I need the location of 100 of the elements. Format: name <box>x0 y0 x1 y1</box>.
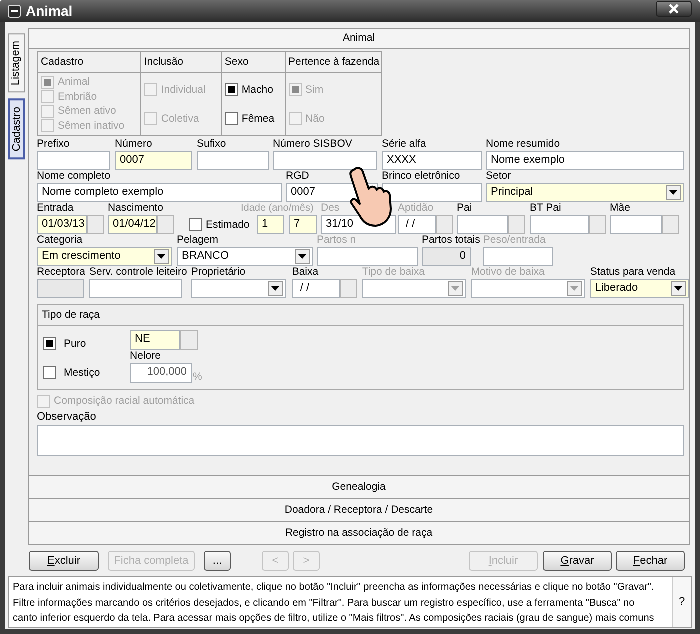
close-button[interactable] <box>656 1 692 17</box>
picker-button[interactable] <box>180 330 198 350</box>
checkbox[interactable] <box>43 337 56 350</box>
text-field[interactable]: 0007 <box>115 151 192 170</box>
field-label: Número <box>115 138 154 151</box>
dropdown-arrow-icon <box>570 286 580 291</box>
field-label: Pai <box>457 202 474 215</box>
text-field[interactable] <box>89 279 182 298</box>
window-menu-icon[interactable] <box>8 4 21 18</box>
date-field[interactable]: 01/03/13 <box>37 215 87 234</box>
help-button[interactable]: ? <box>672 577 691 627</box>
field-label: Número SISBOV <box>273 138 354 151</box>
date-field[interactable] <box>457 215 508 234</box>
section-header[interactable]: Doadora / Receptora / Descarte <box>29 498 689 521</box>
field-label: Baixa <box>292 266 320 279</box>
checkbox[interactable] <box>224 112 238 125</box>
unit-label: % <box>193 371 202 383</box>
date-field[interactable]: / / <box>292 279 340 298</box>
text-field[interactable] <box>37 151 110 170</box>
window-title: Animal <box>26 3 73 19</box>
side-tab[interactable]: Listagem <box>8 34 25 93</box>
text-field[interactable] <box>197 151 269 170</box>
field-label: Nascimento <box>108 202 164 215</box>
date-field[interactable] <box>610 215 662 234</box>
help-text: Para incluir animais individualmente ou coletivamente, clique no botão "Incluir" preencha as informações necessárias e clique no botão "Gravar". Filtre informações marcando os critérios desejados, e clicando em "Filtrar". Para buscar um registro específico, use a ferramenta "Busca" no canto inferior esquerdo da tela. Para acessar mais opções de filtro, utilize o "Mais filtros". As composições raciais (grau de sangue) mais comuns <box>12 581 656 626</box>
breed-name: Nelore <box>130 350 162 363</box>
picker-button[interactable] <box>87 215 104 234</box>
field-label: Nome resumido <box>486 138 562 151</box>
column-header: Sexo <box>222 52 285 73</box>
field-label: Idade (ano/mês) <box>241 202 315 215</box>
dropdown-field[interactable]: Em crescimento <box>37 247 172 266</box>
checkbox[interactable] <box>189 218 202 231</box>
text-field[interactable] <box>37 279 84 298</box>
notes-field[interactable] <box>37 425 684 456</box>
checkbox-label: Macho <box>242 84 274 96</box>
checkbox-label: Embrião <box>58 90 98 103</box>
dropdown-field[interactable]: Principal <box>486 183 684 202</box>
section-header[interactable]: Registro na associação de raça <box>29 521 689 544</box>
field-label: Des <box>321 202 341 215</box>
text-field[interactable]: 100,000 <box>130 363 192 383</box>
column-header: Pertence à fazenda <box>286 52 381 73</box>
date-field[interactable]: 01/04/12 <box>108 215 157 234</box>
text-field[interactable]: 0 <box>422 247 471 266</box>
text-field[interactable]: XXXX <box>382 151 482 170</box>
field-label: Status para venda <box>590 266 677 279</box>
field-label: Prefixo <box>37 138 71 151</box>
picker-button[interactable] <box>589 215 606 234</box>
column-header: Cadastro <box>38 52 140 73</box>
text-field[interactable] <box>382 183 482 202</box>
dropdown-arrow-icon <box>451 286 460 291</box>
checkbox-label: Puro <box>64 338 86 350</box>
field-label: Partos n <box>317 234 358 247</box>
field-label: Motivo de baixa <box>471 266 546 279</box>
checkbox-label: Composição racial automática <box>54 395 195 407</box>
picker-button[interactable] <box>436 215 453 234</box>
checkbox[interactable] <box>43 366 56 379</box>
section-header[interactable]: Genealogia <box>29 475 689 498</box>
field-label: Aptidão <box>398 202 435 215</box>
dropdown-arrow-icon <box>157 254 166 259</box>
field-label: Mãe <box>610 202 632 215</box>
field-label: Proprietário <box>191 266 247 279</box>
dropdown-arrow-icon <box>674 286 684 291</box>
checkbox[interactable] <box>224 83 238 96</box>
dropdown-arrow-icon <box>669 190 678 195</box>
field-label: Observação <box>37 411 98 424</box>
dropdown-field[interactable]: BRANCO <box>177 247 313 266</box>
action-button[interactable]: Excluir <box>29 550 99 570</box>
dropdown-field[interactable] <box>191 279 286 298</box>
field-label: Entrada <box>37 202 75 215</box>
dropdown-field[interactable]: Liberado <box>590 279 690 298</box>
action-button[interactable]: ... <box>204 550 231 570</box>
picker-button[interactable] <box>508 215 525 234</box>
picker-button[interactable] <box>157 215 174 234</box>
field-label: Setor <box>486 170 512 183</box>
action-button[interactable]: Gravar <box>543 550 612 570</box>
field-label: Peso/entrada <box>483 234 547 247</box>
text-field[interactable]: Nome completo exemplo <box>37 183 282 202</box>
dropdown-arrow-icon <box>271 286 280 291</box>
action-button[interactable]: Fechar <box>616 550 685 570</box>
checkbox-label: Não <box>306 112 325 124</box>
field-label: Receptora <box>37 266 86 279</box>
checkbox-label: Individual <box>161 84 206 96</box>
checkbox-label: Mestiço <box>64 366 100 378</box>
picker-button[interactable] <box>662 215 679 234</box>
checkbox-label: Fêmea <box>242 112 275 124</box>
picker-button[interactable] <box>340 279 358 298</box>
field-label: Tipo de baixa <box>362 266 426 279</box>
field-label: Serv. controle leiteiro <box>89 266 188 279</box>
date-field[interactable] <box>530 215 589 234</box>
checkbox-label: Animal <box>58 76 90 88</box>
field-label: Partos totais <box>422 234 480 247</box>
field-label: Pelagem <box>177 234 220 247</box>
side-tab[interactable]: Cadastro <box>8 98 25 160</box>
close-icon <box>669 4 679 14</box>
text-field[interactable]: NE <box>130 330 180 350</box>
field-label: Brinco eletrônico <box>382 170 462 183</box>
text-field[interactable]: Nome exemplo <box>486 151 684 170</box>
checkbox-label: Sim <box>306 84 324 96</box>
text-field[interactable] <box>273 151 377 170</box>
field-label: Sufixo <box>197 138 228 151</box>
